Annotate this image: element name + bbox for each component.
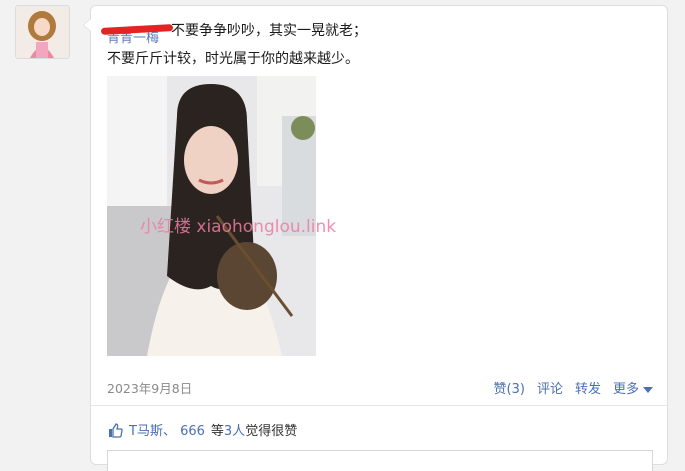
author-link[interactable]: 青青一梅 [100, 24, 174, 46]
post-line-1: 青青一梅 不要争争吵吵，其实一晃就老； [100, 17, 647, 46]
share-button[interactable]: 转发 [575, 378, 601, 397]
like-button[interactable]: 赞(3) [494, 378, 525, 397]
post-line-2: 不要斤斤计较，时光属于你的越来越少。 [107, 51, 359, 67]
liker-names[interactable]: T马斯、 666 [129, 420, 205, 439]
divider [91, 405, 667, 406]
user-avatar[interactable] [15, 5, 70, 59]
thumbs-up-icon [109, 422, 123, 438]
comment-button[interactable]: 评论 [537, 378, 563, 397]
likes-summary: T马斯、 666 等3人觉得很赞 [107, 420, 297, 439]
post-actions: 赞(3) 评论 转发 更多 [494, 378, 653, 397]
post-line-1-text: 不要争争吵吵，其实一晃就老； [171, 23, 367, 39]
likes-count[interactable]: 3人 [224, 424, 245, 439]
post-text: 青青一梅 不要争争吵吵，其实一晃就老； 不要斤斤计较，时光属于你的越来越少。 [100, 17, 647, 73]
likes-deng-text: 等 [210, 424, 224, 439]
chevron-down-icon [643, 386, 653, 393]
comment-input[interactable] [107, 450, 653, 471]
watermark-text: 小红楼 xiaohonglou.link [140, 217, 337, 237]
likes-deng: 等3人觉得很赞 [211, 420, 297, 439]
card-pointer-inner [84, 18, 92, 32]
more-label: 更多 [612, 382, 639, 397]
likes-suffix: 觉得很赞 [245, 424, 298, 439]
post-date: 2023年9月8日 [107, 381, 193, 396]
more-button[interactable]: 更多 [613, 378, 653, 397]
